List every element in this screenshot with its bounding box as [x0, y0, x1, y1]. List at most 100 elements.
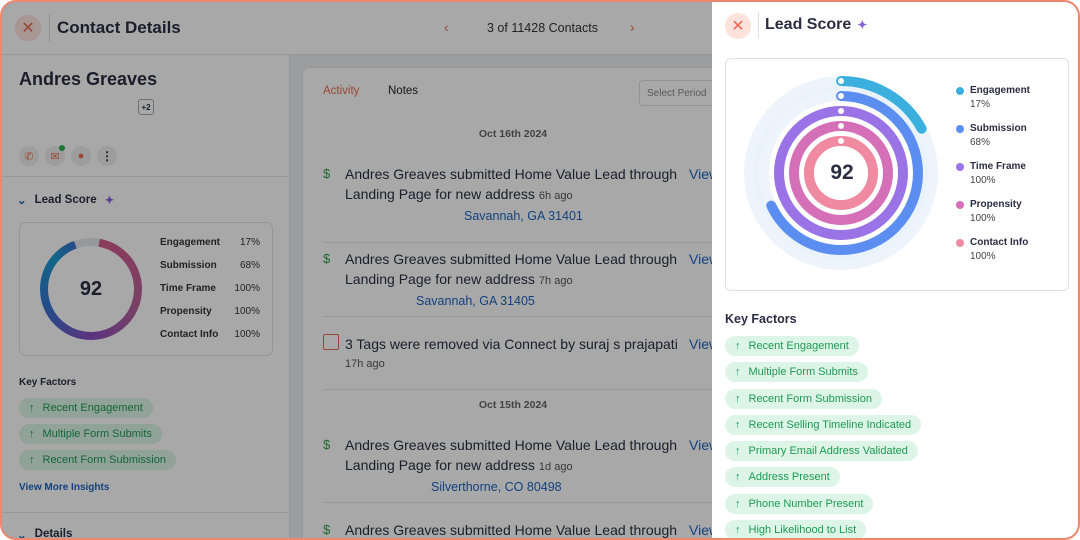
ring-start-marker [837, 137, 845, 145]
score-label: Contact Info [160, 329, 219, 340]
arrow-up-icon: ↑ [29, 428, 35, 440]
ring-start-marker [837, 107, 845, 115]
legend-item: Propensity 100% [956, 199, 1022, 224]
score-label: Time Frame [160, 283, 216, 294]
score-ring: 92 [40, 238, 142, 340]
key-factor-chip: ↑ Recent Engagement [19, 398, 153, 418]
arrow-up-icon: ↑ [29, 402, 35, 414]
key-factor-chip: ↑ High Likelihood to List [725, 520, 867, 538]
more-vertical-icon: ⋮ [101, 149, 113, 163]
divider [323, 316, 723, 317]
tab-notes[interactable]: Notes [388, 85, 418, 97]
next-contact-button[interactable]: › [630, 19, 635, 35]
key-factors-list: ↑ Recent Engagement ↑ Multiple Form Submits… [19, 398, 176, 470]
legend-label: Time Frame [970, 161, 1026, 172]
activity-item: $ Andres Greaves submitted Home Value Le… [323, 164, 723, 226]
key-factor-chip: ↑ Primary Email Address Validated [725, 441, 918, 462]
email-icon: ✉ [50, 150, 60, 163]
ring-start-marker [837, 77, 845, 85]
key-factor-chip: ↑ Multiple Form Submits [725, 362, 868, 383]
email-button[interactable]: ✉ [45, 145, 65, 166]
key-factor-chip: ↑ Recent Form Submission [19, 450, 176, 470]
user-icon [323, 334, 339, 350]
chip-label: Recent Form Submission [748, 392, 873, 405]
chevron-down-icon: ⌄ [17, 195, 27, 207]
details-section-toggle[interactable]: ⌄ Details [17, 528, 73, 540]
chip-label: Address Present [748, 471, 830, 484]
arrow-up-icon: ↑ [735, 418, 741, 431]
chip-label: Recent Engagement [748, 340, 849, 352]
close-button[interactable]: ✕ [15, 15, 41, 41]
lead-score-card: 92 Engagement 17% Submission 68% Time Frame 1… [19, 222, 273, 356]
activity-item: $ Andres Greaves submitted Home Value Le… [323, 435, 723, 497]
legend-label: Contact Info [970, 237, 1029, 248]
activity-item: $ Andres Greaves submitted Home Value Le… [323, 249, 723, 311]
key-factor-chip: ↑ Multiple Form Submits [19, 424, 162, 444]
location-link[interactable]: Silverthorne, CO 80498 [431, 477, 723, 497]
legend-label: Propensity [970, 199, 1022, 210]
location-link[interactable]: Savannah, GA 31405 [416, 291, 723, 311]
phone-button[interactable]: ✆ [19, 146, 39, 166]
close-panel-button[interactable]: ✕ [725, 13, 751, 39]
legend-label: Engagement [970, 85, 1031, 96]
score-value: 92 [48, 246, 134, 332]
key-factors-title: Key Factors [725, 312, 797, 326]
arrow-up-icon: ↑ [735, 340, 741, 352]
activity-text: Andres Greaves submitted Home Value Lead… [345, 251, 678, 287]
legend-value: 17% [970, 99, 991, 110]
arrow-up-icon: ↑ [735, 471, 741, 484]
more-tags-badge[interactable]: +2 [138, 99, 154, 115]
section-title: Details [34, 528, 73, 540]
timestamp: 1d ago [538, 461, 573, 473]
chip-label: Recent Engagement [42, 402, 143, 414]
arrow-up-icon: ↑ [735, 497, 741, 510]
legend-label: Submission [970, 123, 1027, 134]
divider [323, 242, 723, 243]
activity-item: 3 Tags were removed via Connect by suraj… [323, 334, 723, 374]
divider [758, 12, 759, 38]
prev-contact-button[interactable]: ‹ [444, 19, 449, 35]
key-factors-title: Key Factors [19, 377, 77, 388]
sparkle-icon: ✦ [857, 18, 868, 32]
activity-panel: Activity Notes Select Period Oct 16th 20… [302, 67, 739, 538]
view-more-insights-link[interactable]: View More Insights [19, 482, 109, 493]
divider [323, 502, 723, 503]
location-link[interactable]: Savannah, GA 31401 [464, 206, 723, 226]
score-percent: 100% [234, 306, 260, 317]
legend-value: 100% [970, 213, 996, 224]
score-label: Propensity [160, 306, 212, 317]
close-icon: ✕ [731, 18, 745, 35]
legend-value: 68% [970, 137, 991, 148]
sms-button[interactable]: ● [71, 146, 91, 166]
score-label: Engagement [160, 237, 221, 248]
contact-actions: ✆ ✉ ● ⋮ [19, 145, 117, 166]
arrow-up-icon: ↑ [735, 445, 741, 458]
score-percent: 68% [239, 260, 260, 271]
dollar-icon: $ [323, 522, 331, 537]
lead-score-section-toggle[interactable]: ⌄ Lead Score ✦ [17, 193, 114, 207]
legend-dot [956, 125, 964, 133]
chip-label: High Likelihood to List [748, 524, 857, 537]
legend-item: Contact Info 100% [956, 237, 1028, 262]
chart-center-score: 92 [830, 161, 854, 184]
chip-label: Multiple Form Submits [42, 428, 152, 440]
dollar-icon: $ [323, 251, 331, 266]
legend-value: 100% [970, 251, 996, 262]
chip-label: Primary Email Address Validated [748, 445, 908, 458]
legend-item: Engagement 17% [956, 85, 1030, 110]
score-percent: 100% [234, 329, 260, 340]
key-factor-chip: ↑ Recent Selling Timeline Indicated [725, 414, 922, 435]
chip-label: Recent Selling Timeline Indicated [748, 418, 912, 431]
section-title: Lead Score [34, 194, 97, 206]
date-header: Oct 15th 2024 [478, 399, 548, 411]
title-text: Lead Score [765, 16, 852, 33]
more-button[interactable]: ⋮ [97, 146, 117, 166]
panel-title: Lead Score ✦ [765, 16, 867, 34]
tab-activity[interactable]: Activity [323, 85, 359, 97]
key-factors-list: ↑ Recent Engagement ↑ Multiple Form Submits… [725, 336, 922, 538]
divider [49, 14, 50, 42]
score-percent: 17% [239, 237, 260, 248]
chat-icon: ● [77, 150, 85, 162]
ring-start-marker [837, 92, 845, 100]
legend-dot [956, 201, 964, 209]
